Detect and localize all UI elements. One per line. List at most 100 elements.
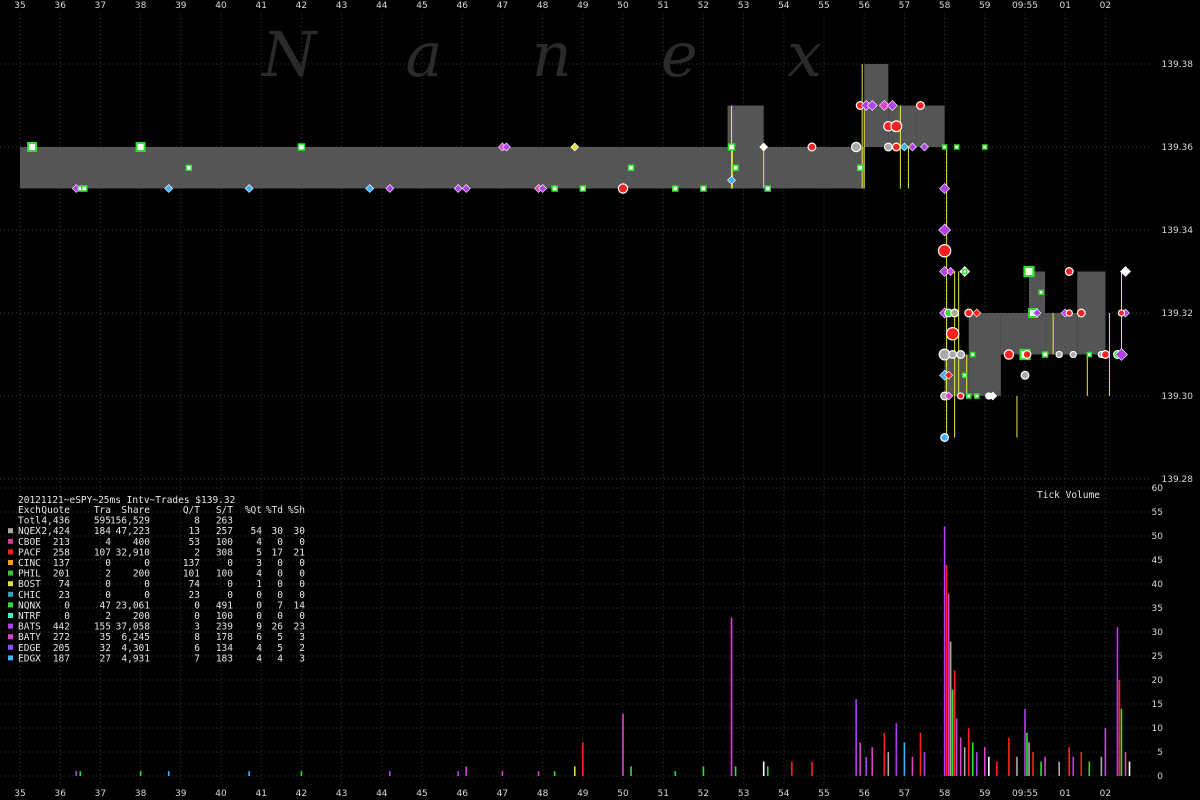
table-cell-exch: EDGE bbox=[18, 643, 41, 654]
x-tick-label-top: 52 bbox=[698, 1, 709, 11]
table-cell-pqt: 9 bbox=[256, 622, 262, 633]
volume-tick-label: 5 bbox=[1157, 748, 1163, 758]
volume-bars bbox=[75, 526, 1131, 776]
table-cell-tra: 595 bbox=[94, 516, 111, 527]
volume-bar bbox=[855, 699, 857, 776]
table-cell-tra: 0 bbox=[105, 590, 111, 601]
volume-bar bbox=[573, 766, 576, 776]
table-cell-psh: 0 bbox=[299, 558, 305, 569]
table-cell-exch: EDGX bbox=[18, 653, 41, 664]
x-tick-label-bottom: 40 bbox=[215, 789, 227, 799]
table-cell-ptd: 26 bbox=[272, 622, 284, 633]
table-cell-st: 257 bbox=[216, 526, 233, 537]
table-cell-pqt: 0 bbox=[256, 600, 262, 611]
nbbo-band-segment bbox=[1000, 313, 1030, 355]
volume-bar bbox=[955, 718, 958, 776]
exchange-color-marker bbox=[8, 549, 13, 555]
table-cell-exch: BOST bbox=[18, 579, 41, 590]
x-tick-label-top: 35 bbox=[14, 1, 25, 11]
volume-bar bbox=[1024, 708, 1026, 776]
trade-marker-circle bbox=[1117, 309, 1126, 317]
table-cell-exch: NQEX bbox=[18, 526, 41, 537]
price-axis-ticks: 139.38 139.36 139.34 139.32 139.30 139.28 bbox=[1162, 60, 1194, 485]
volume-bar bbox=[1080, 752, 1083, 776]
volume-tick-label: 15 bbox=[1152, 700, 1163, 710]
trade-marker-circle bbox=[891, 142, 901, 152]
table-cell-exch: CBOE bbox=[18, 537, 41, 548]
trade-marker-circle bbox=[1020, 370, 1030, 380]
trade-marker-square bbox=[551, 185, 558, 192]
trade-marker-circle bbox=[850, 141, 862, 153]
table-cell-psh: 0 bbox=[299, 569, 305, 580]
volume-bar bbox=[811, 761, 813, 776]
table-cell-ptd: 17 bbox=[272, 547, 283, 558]
table-cell-st: 100 bbox=[216, 569, 233, 580]
table-cell-tra: 35 bbox=[100, 632, 111, 643]
table-cell-share: 0 bbox=[144, 579, 150, 590]
table-cell-quote: 2,424 bbox=[41, 526, 70, 537]
volume-tick-label: 45 bbox=[1152, 556, 1163, 566]
table-cell-share: 156,529 bbox=[110, 516, 150, 527]
table-cell-st: 178 bbox=[216, 632, 233, 643]
volume-tick-label: 55 bbox=[1152, 508, 1163, 518]
volume-bar bbox=[1068, 747, 1071, 776]
volume-axis-ticks: 605550454035302520151050 bbox=[1152, 484, 1164, 782]
x-tick-label-bottom: 54 bbox=[778, 789, 790, 799]
table-cell-qt: 13 bbox=[189, 526, 200, 537]
volume-bar bbox=[537, 771, 540, 776]
volume-tick-label: 0 bbox=[1157, 772, 1163, 782]
table-cell-qt: 8 bbox=[194, 632, 200, 643]
table-cell-psh: 0 bbox=[299, 537, 305, 548]
table-cell-exch: PHIL bbox=[18, 569, 41, 580]
grid-lines bbox=[0, 14, 1150, 784]
x-tick-label-top: 49 bbox=[577, 1, 589, 11]
volume-bar bbox=[988, 756, 990, 776]
table-cell-exch: BATY bbox=[18, 632, 41, 643]
table-cell-qt: 53 bbox=[189, 537, 200, 548]
volume-bar bbox=[1100, 756, 1103, 776]
x-tick-label-bottom: 52 bbox=[698, 789, 709, 799]
trade-marker-circle bbox=[617, 183, 629, 194]
volume-bar bbox=[949, 641, 952, 776]
table-cell-psh: 30 bbox=[294, 526, 306, 537]
exchange-color-marker bbox=[8, 560, 13, 565]
price-tick-label: 139.32 bbox=[1162, 309, 1194, 319]
x-tick-label-top: 39 bbox=[175, 1, 187, 11]
volume-bar bbox=[167, 771, 170, 776]
x-tick-label-bottom: 39 bbox=[175, 789, 187, 799]
table-cell-st: 134 bbox=[216, 643, 233, 654]
trade-marker-diamond bbox=[938, 223, 952, 237]
table-cell-psh: 3 bbox=[299, 632, 305, 643]
table-cell-quote: 213 bbox=[53, 537, 70, 548]
volume-bar bbox=[762, 761, 765, 776]
x-tick-label-top: 59 bbox=[979, 1, 991, 11]
x-tick-label-top: 53 bbox=[738, 1, 749, 11]
price-tick-label: 139.36 bbox=[1162, 143, 1194, 153]
trade-marker-circle bbox=[1069, 350, 1077, 359]
table-cell-psh: 0 bbox=[299, 579, 305, 590]
price-tick-label: 139.38 bbox=[1162, 60, 1194, 70]
x-tick-label-bottom: 42 bbox=[296, 789, 307, 799]
volume-bar bbox=[465, 766, 468, 776]
trade-marker-square bbox=[81, 185, 88, 192]
volume-bar bbox=[702, 766, 705, 776]
table-cell-exch: NTRF bbox=[18, 611, 41, 622]
trade-marker-square bbox=[627, 164, 635, 171]
x-tick-label-top: 54 bbox=[778, 1, 790, 11]
table-cell-psh: 2 bbox=[299, 643, 305, 654]
table-cell-quote: 201 bbox=[53, 569, 70, 580]
table-cell-share: 4,931 bbox=[121, 653, 150, 664]
table-cell-share: 4,301 bbox=[121, 643, 150, 654]
x-tick-label-top: 50 bbox=[617, 1, 629, 11]
trade-marker-square bbox=[135, 142, 146, 152]
table-cell-st: 308 bbox=[216, 547, 233, 558]
trade-marker-circle bbox=[1022, 350, 1032, 359]
table-cell-exch: BATS bbox=[18, 622, 41, 633]
volume-bar bbox=[911, 756, 914, 776]
table-cell-qt: 6 bbox=[194, 643, 200, 654]
volume-bar bbox=[1116, 627, 1119, 776]
trade-marker-square bbox=[1041, 351, 1049, 358]
x-tick-label-bottom: 44 bbox=[376, 789, 388, 799]
table-cell-qt: 7 bbox=[194, 653, 200, 664]
volume-bar bbox=[887, 752, 890, 776]
